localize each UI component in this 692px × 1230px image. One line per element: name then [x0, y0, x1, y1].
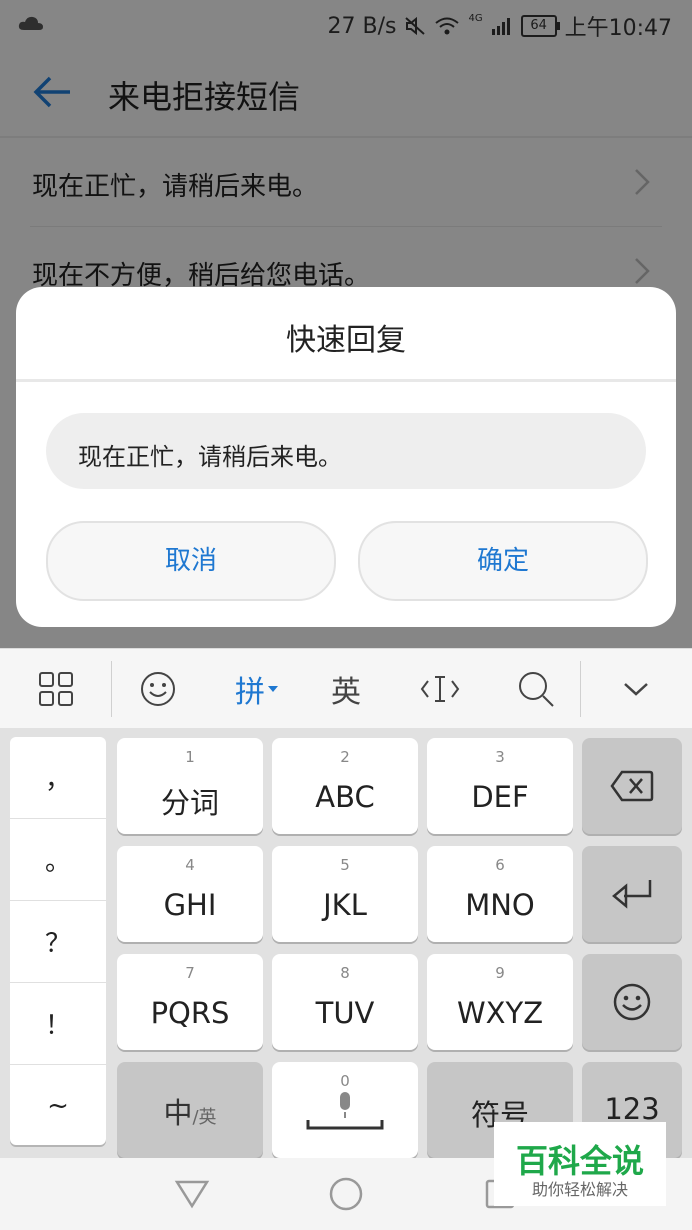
- dialog-divider: [16, 379, 676, 382]
- key-number: 8: [340, 964, 350, 982]
- cancel-button[interactable]: 取消: [46, 521, 336, 601]
- chevron-down-icon: [624, 683, 648, 696]
- smiley-icon: [613, 983, 651, 1021]
- key-5[interactable]: 5 JKL: [272, 846, 418, 942]
- watermark-subtitle: 助你轻松解决: [531, 1180, 628, 1199]
- key-number: 7: [185, 964, 195, 982]
- punct-question-key[interactable]: ？: [10, 901, 106, 983]
- emoji-button[interactable]: [128, 649, 188, 729]
- key-number: 5: [340, 856, 350, 874]
- dialog-title: 快速回复: [286, 323, 406, 358]
- quick-reply-dialog: 快速回复 现在正忙，请稍后来电。 取消 确定: [16, 287, 676, 627]
- toolbar-divider: [111, 661, 112, 717]
- enter-key[interactable]: [582, 846, 682, 942]
- key-label: ABC: [315, 780, 375, 814]
- collapse-keyboard-button[interactable]: [606, 649, 666, 729]
- key-label: JKL: [323, 888, 367, 922]
- enter-icon: [612, 880, 652, 909]
- key-label: TUV: [315, 996, 375, 1030]
- key-number: 6: [495, 856, 505, 874]
- key-number: 2: [340, 748, 350, 766]
- key-number: 0: [340, 1072, 350, 1090]
- reply-input-value: 现在正忙，请稍后来电。: [78, 443, 342, 471]
- key-label: WXYZ: [456, 996, 544, 1030]
- keyboard-toolbar: 拼 英: [0, 648, 692, 729]
- punct-period-key[interactable]: 。: [10, 819, 106, 901]
- search-icon: [519, 672, 554, 707]
- zh-label: 中: [163, 1096, 193, 1130]
- key-7[interactable]: 7 PQRS: [117, 954, 263, 1050]
- key-3[interactable]: 3 DEF: [427, 738, 573, 834]
- zh-en-label: 中/英: [117, 1090, 263, 1132]
- microphone-icon: [306, 1092, 384, 1130]
- space-key[interactable]: 0: [272, 1062, 418, 1158]
- back-triangle-icon[interactable]: [174, 1178, 210, 1210]
- key-8[interactable]: 8 TUV: [272, 954, 418, 1050]
- english-mode-button[interactable]: 英: [316, 649, 376, 729]
- key-1[interactable]: 1 分词: [117, 738, 263, 834]
- key-4[interactable]: 4 GHI: [117, 846, 263, 942]
- key-label: DEF: [471, 780, 529, 814]
- key-9[interactable]: 9 WXYZ: [427, 954, 573, 1050]
- punct-tilde-key[interactable]: ~: [10, 1065, 106, 1146]
- backspace-icon: [610, 770, 654, 802]
- grid-menu-icon[interactable]: [26, 649, 86, 729]
- key-number: 3: [495, 748, 505, 766]
- key-number: 4: [185, 856, 195, 874]
- key-number: 1: [185, 748, 195, 766]
- toolbar-divider: [580, 661, 581, 717]
- zh-en-switch-key[interactable]: 中/英: [117, 1062, 263, 1158]
- key-label: GHI: [163, 888, 217, 922]
- key-6[interactable]: 6 MNO: [427, 846, 573, 942]
- pinyin-label: 拼: [235, 675, 265, 710]
- smiley-icon: [141, 672, 175, 706]
- key-label: 123: [604, 1092, 660, 1126]
- punctuation-column[interactable]: ， 。 ？ ！ ~: [10, 737, 106, 1145]
- cursor-button[interactable]: [410, 649, 470, 729]
- key-number: 9: [495, 964, 505, 982]
- search-button[interactable]: [506, 649, 566, 729]
- punct-comma-key[interactable]: ，: [10, 737, 106, 819]
- grid-icon: [39, 672, 73, 706]
- pinyin-mode-button[interactable]: 拼: [222, 649, 292, 729]
- ok-button[interactable]: 确定: [358, 521, 648, 601]
- key-label: MNO: [465, 888, 535, 922]
- caret-down-icon: [268, 686, 278, 692]
- key-label: 分词: [160, 786, 219, 820]
- en-label: /英: [192, 1107, 217, 1128]
- punct-exclaim-key[interactable]: ！: [10, 983, 106, 1065]
- keyboard: ， 。 ？ ！ ~ 1 分词 2 ABC 3 DEF 4 GHI 5 JKL 6…: [0, 728, 692, 1158]
- key-label: PQRS: [150, 996, 230, 1030]
- key-2[interactable]: 2 ABC: [272, 738, 418, 834]
- watermark: 百科全说 助你轻松解决: [494, 1122, 666, 1206]
- emoji-key[interactable]: [582, 954, 682, 1050]
- cursor-icon: [420, 676, 460, 702]
- backspace-key[interactable]: [582, 738, 682, 834]
- home-circle-icon[interactable]: [328, 1176, 364, 1212]
